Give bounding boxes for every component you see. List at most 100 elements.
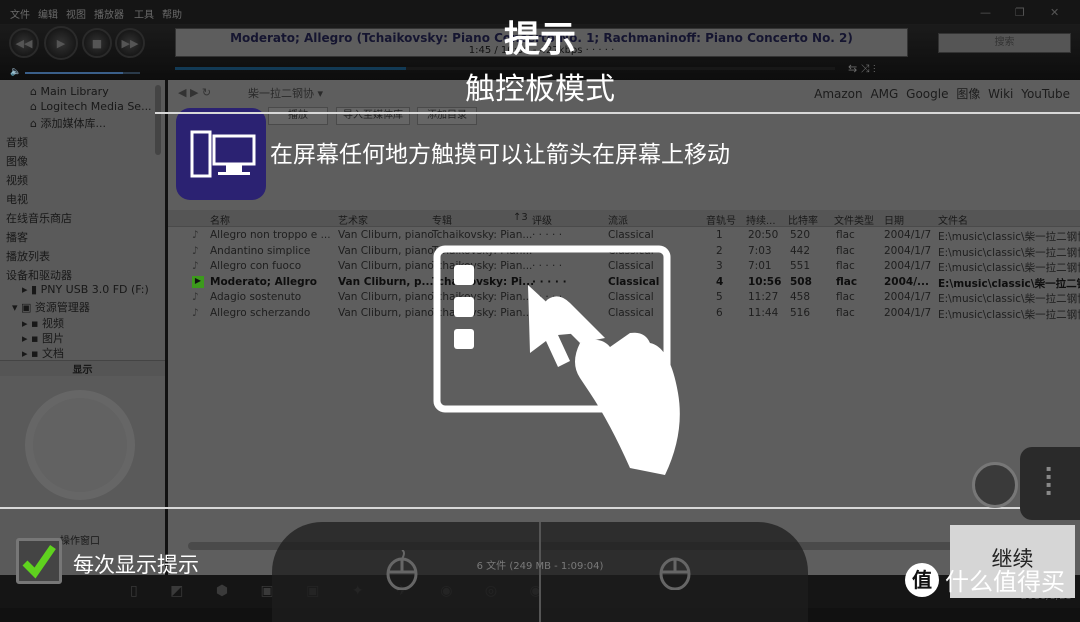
cell-bitrate: 551: [790, 260, 811, 272]
cell-type: flac: [836, 275, 858, 288]
cell-duration: 7:01: [748, 260, 772, 272]
cell-file: E:\music\classic\柴一拉二钢协: [938, 246, 1080, 259]
cell-name: Allegro non troppo e ...: [210, 229, 331, 241]
column-header[interactable]: 名称: [210, 212, 230, 227]
cell-date: 2004/1/7: [884, 244, 932, 257]
track-list-header: 名称 艺术家 专辑 ↑3 评级 流派 音轨号 持续... 比特率 文件类型 日期 文件名: [168, 210, 1080, 227]
cell-artist: Van Cliburn, piano: [338, 244, 434, 257]
sidebar-item-tv[interactable]: 电视: [6, 191, 28, 207]
cell-duration: 7:03: [748, 244, 772, 257]
sidebar-tree: ⌂ Main Library ⌂ Logitech Media Se... ⌂ …: [0, 80, 165, 575]
cell-date: 2004/1/7: [884, 306, 932, 319]
trackpad-divider: [539, 522, 541, 622]
sidebar-item-images[interactable]: 图像: [6, 153, 28, 169]
sidebar-item-usb[interactable]: ▸ ▮ PNY USB 3.0 FD (F:): [22, 283, 149, 296]
sidebar-item-folder-docs[interactable]: ▸ ▪ 文档: [22, 345, 64, 361]
cell-name: Moderato; Allegro: [210, 275, 318, 288]
cell-file: E:\music\classic\柴一拉二钢协: [938, 262, 1080, 274]
column-header[interactable]: ↑3: [513, 212, 528, 223]
hint-title: 提示: [503, 19, 576, 60]
sidebar-item-explorer[interactable]: ▾ ▣ 资源管理器: [12, 299, 90, 315]
computer-icon: [190, 130, 256, 178]
settings-gear-icon[interactable]: [972, 462, 1018, 508]
column-header[interactable]: 艺术家: [338, 212, 368, 227]
cell-rating: · · · · ·: [532, 229, 563, 241]
mini-player-wheel[interactable]: [25, 390, 135, 500]
cell-file: E:\music\classic\柴一拉二钢协: [938, 308, 1080, 321]
column-header[interactable]: 比特率: [788, 212, 818, 227]
cell-bitrate: 508: [790, 275, 812, 288]
cell-date: 2004/1/7: [884, 291, 932, 303]
status-bar-text: 6 文件 (249 MB - 1:09:04): [476, 561, 604, 572]
cell-bitrate: 442: [790, 244, 811, 257]
playing-icon: ▶: [192, 275, 204, 288]
cell-genre: Classical: [608, 229, 654, 241]
watermark-logo: 值什么值得买: [905, 562, 1065, 597]
column-header[interactable]: 专辑: [432, 212, 452, 227]
note-icon: ♪: [192, 229, 199, 241]
note-icon: ♪: [192, 244, 199, 257]
column-header[interactable]: 文件名: [938, 212, 968, 227]
cell-file: E:\music\classic\柴一拉二钢协: [938, 293, 1080, 305]
sidebar-item-audio[interactable]: 音频: [6, 134, 28, 150]
cell-name: Allegro con fuoco: [210, 260, 302, 272]
cell-duration: 20:50: [748, 229, 779, 241]
table-row[interactable]: ♪ Allegro non troppo e ... Van Cliburn, pi…: [168, 228, 1080, 244]
hint-text: 在屏幕任何地方触摸可以让箭头在屏幕上移动: [270, 142, 730, 168]
column-header[interactable]: 音轨号: [706, 212, 736, 227]
cell-name: Adagio sostenuto: [210, 291, 302, 303]
show-every-time-checkbox[interactable]: [16, 538, 62, 584]
action-window-label[interactable]: 操作窗口: [60, 532, 100, 547]
sidebar-item-add-library[interactable]: ⌂ 添加媒体库...: [30, 115, 106, 131]
divider: [155, 112, 1080, 114]
sidebar-item-video[interactable]: 视频: [6, 172, 28, 188]
sidebar-item-devices[interactable]: 设备和驱动器: [6, 267, 72, 283]
cell-date: 2004/...: [884, 275, 930, 288]
cell-type: flac: [836, 291, 855, 303]
trackpad-area[interactable]: [272, 522, 808, 622]
note-icon: ♪: [192, 260, 199, 272]
cell-name: Allegro scherzando: [210, 306, 311, 319]
cell-duration: 11:44: [748, 306, 779, 319]
drag-handle[interactable]: ▪ ▪ ▪ ▪: [1020, 447, 1080, 520]
column-header[interactable]: 评级: [532, 212, 552, 227]
cell-bitrate: 516: [790, 306, 811, 319]
sidebar-item-playlists[interactable]: 播放列表: [6, 248, 50, 264]
divider: [0, 507, 1080, 509]
sidebar-item-folder-pictures[interactable]: ▸ ▪ 图片: [22, 330, 64, 346]
sidebar-item-folder-video[interactable]: ▸ ▪ 视频: [22, 315, 64, 331]
note-icon: ♪: [192, 291, 199, 303]
cell-file: E:\music\classic\柴一拉二钢协: [938, 277, 1080, 290]
cell-artist: Van Cliburn, piano: [338, 291, 434, 303]
cell-type: flac: [836, 244, 855, 257]
cell-bitrate: 458: [790, 291, 811, 303]
column-header[interactable]: 持续...: [746, 212, 776, 227]
cell-album: Tchaikovsky: Pian...: [432, 229, 533, 241]
cell-type: flac: [836, 260, 855, 272]
add-folder-button[interactable]: 添加目录: [417, 107, 477, 125]
sidebar-item-podcasts[interactable]: 播客: [6, 229, 28, 245]
album-art: [176, 108, 266, 200]
play-album-button[interactable]: 播放: [268, 107, 328, 125]
cell-artist: Van Cliburn, piano: [338, 306, 434, 319]
column-header[interactable]: 日期: [884, 212, 904, 227]
cell-bitrate: 520: [790, 229, 811, 241]
column-header[interactable]: 文件类型: [834, 212, 874, 227]
checkmark-icon: [22, 545, 56, 579]
note-icon: ♪: [192, 306, 199, 319]
cell-track: 1: [716, 229, 723, 241]
cell-file: E:\music\classic\柴一拉二钢协: [938, 231, 1080, 243]
cell-name: Andantino simplice: [210, 244, 311, 257]
hint-subtitle: 触控板模式: [465, 72, 615, 107]
checkbox-label[interactable]: 每次显示提示: [73, 549, 199, 579]
sidebar-item-store[interactable]: 在线音乐商店: [6, 210, 72, 226]
cell-date: 2004/1/7: [884, 260, 932, 272]
column-header[interactable]: 流派: [608, 212, 628, 227]
import-button[interactable]: 导入至媒体库: [336, 107, 410, 125]
cell-artist: Van Cliburn, piano: [338, 229, 434, 241]
cell-duration: 11:27: [748, 291, 779, 303]
display-dropdown[interactable]: 显示: [0, 360, 165, 376]
cell-artist: Van Cliburn, piano: [338, 260, 434, 272]
touchpad-gesture-icon: [433, 245, 680, 475]
cell-type: flac: [836, 306, 855, 319]
